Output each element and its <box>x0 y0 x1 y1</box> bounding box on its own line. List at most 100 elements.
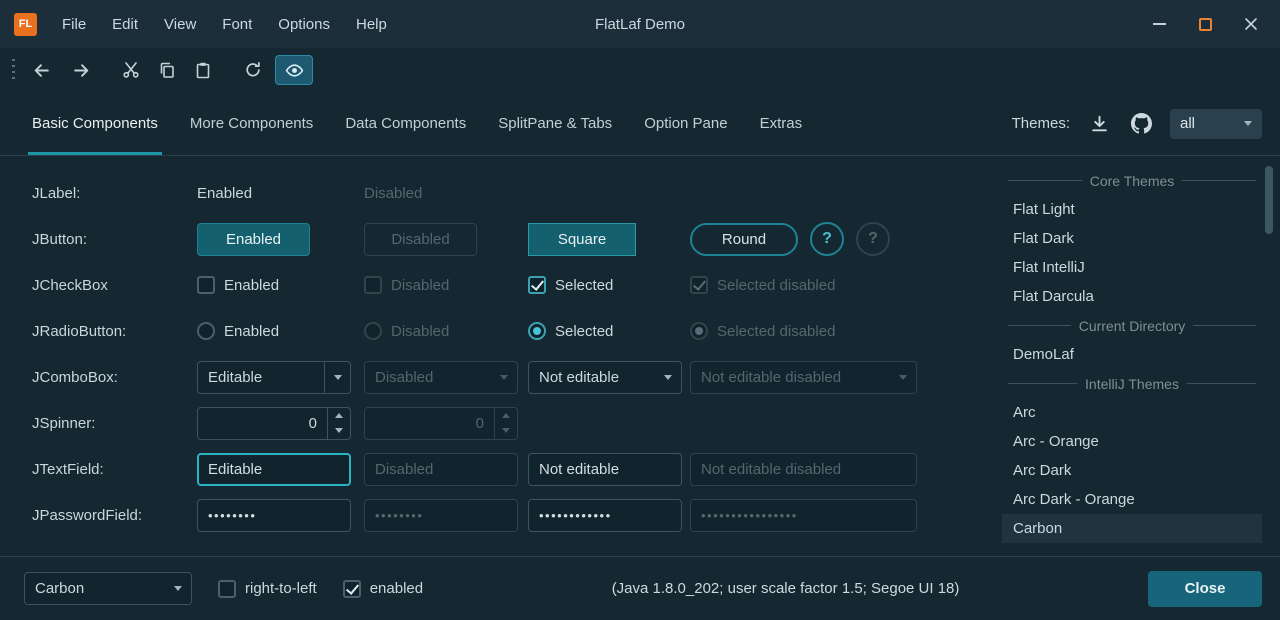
theme-item-flat-darcula[interactable]: Flat Darcula <box>1002 282 1262 311</box>
theme-item-flat-intellij[interactable]: Flat IntelliJ <box>1002 253 1262 282</box>
checkbox-checked-icon <box>343 580 361 598</box>
themes-header: Themes: all <box>1012 109 1262 139</box>
jcombobox-not-editable-disabled: Not editable disabled <box>690 361 917 394</box>
row-label-jcheckbox: JCheckBox <box>32 262 197 308</box>
menu-file[interactable]: File <box>49 0 99 48</box>
jlabel-disabled: Disabled <box>364 185 422 202</box>
show-details-toggle-button[interactable] <box>275 55 313 85</box>
theme-group-core: Core Themes <box>1002 166 1262 195</box>
menu-edit[interactable]: Edit <box>99 0 151 48</box>
jtextfield-editable[interactable]: Editable <box>197 453 351 486</box>
maximize-button[interactable] <box>1182 4 1228 44</box>
jbutton-extra-group: Round ? ? <box>690 222 890 256</box>
jpasswordfield-enabled[interactable]: •••••••• <box>197 499 351 532</box>
themes-scrollbar[interactable] <box>1262 164 1276 556</box>
row-label-jpasswordfield: JPasswordField: <box>32 492 197 538</box>
checkbox-checked-icon <box>690 276 708 294</box>
refresh-button[interactable] <box>235 55 271 85</box>
tab-more-components[interactable]: More Components <box>174 92 329 155</box>
row-label-jbutton: JButton: <box>32 216 197 262</box>
theme-item-arc-dark-orange[interactable]: Arc Dark - Orange <box>1002 485 1262 514</box>
tab-option-pane[interactable]: Option Pane <box>628 92 743 155</box>
theme-item-arc-dark[interactable]: Arc Dark <box>1002 456 1262 485</box>
jbutton-disabled: Disabled <box>364 223 477 256</box>
jbutton-enabled[interactable]: Enabled <box>197 223 310 256</box>
toolbar <box>0 48 1280 92</box>
components-grid: JLabel: Enabled Disabled JButton: Enable… <box>32 170 1002 538</box>
refresh-icon <box>244 61 262 79</box>
chevron-down-icon <box>334 375 342 380</box>
close-icon <box>1244 17 1258 31</box>
spinner-buttons <box>494 408 517 439</box>
jradiobutton-selected[interactable]: Selected <box>528 322 613 340</box>
jradiobutton-enabled[interactable]: Enabled <box>197 322 279 340</box>
jcheckbox-disabled: Disabled <box>364 276 449 294</box>
enabled-checkbox[interactable]: enabled <box>343 580 423 598</box>
cut-icon <box>122 61 140 79</box>
window-controls <box>1136 4 1274 44</box>
download-themes-button[interactable] <box>1086 111 1112 137</box>
back-button[interactable] <box>23 55 59 85</box>
jcheckbox-enabled[interactable]: Enabled <box>197 276 279 294</box>
themes-label: Themes: <box>1012 115 1070 132</box>
maximize-icon <box>1199 18 1212 31</box>
app-window: FL File Edit View Font Options Help Flat… <box>0 0 1280 620</box>
minimize-button[interactable] <box>1136 4 1182 44</box>
tab-extras[interactable]: Extras <box>744 92 819 155</box>
cut-button[interactable] <box>113 55 149 85</box>
copy-button[interactable] <box>149 55 185 85</box>
theme-item-arc[interactable]: Arc <box>1002 398 1262 427</box>
jspinner-enabled[interactable]: 0 <box>197 407 351 440</box>
theme-item-arc-orange[interactable]: Arc - Orange <box>1002 427 1262 456</box>
radio-selected-icon <box>528 322 546 340</box>
tab-splitpane-tabs[interactable]: SplitPane & Tabs <box>482 92 628 155</box>
tab-data-components[interactable]: Data Components <box>329 92 482 155</box>
github-icon <box>1131 113 1152 134</box>
close-button[interactable] <box>1228 4 1274 44</box>
themes-filter-combobox[interactable]: all <box>1170 109 1262 139</box>
tab-basic-components[interactable]: Basic Components <box>16 92 174 155</box>
tab-bar: Basic Components More Components Data Co… <box>0 92 1280 156</box>
jbutton-square[interactable]: Square <box>528 223 636 256</box>
github-button[interactable] <box>1128 111 1154 137</box>
forward-button[interactable] <box>63 55 99 85</box>
row-label-jspinner: JSpinner: <box>32 400 197 446</box>
jcombobox-not-editable[interactable]: Not editable <box>528 361 682 394</box>
theme-group-intellij-themes: IntelliJ Themes <box>1002 369 1262 398</box>
theme-item-carbon[interactable]: Carbon <box>1002 514 1262 543</box>
theme-combobox[interactable]: Carbon <box>24 572 192 605</box>
right-to-left-checkbox[interactable]: right-to-left <box>218 580 317 598</box>
back-icon <box>32 61 51 80</box>
spinner-up-icon <box>502 413 510 418</box>
jtextfield-not-editable[interactable]: Not editable <box>528 453 682 486</box>
row-label-jradiobutton: JRadioButton: <box>32 308 197 354</box>
jcheckbox-selected-disabled: Selected disabled <box>690 276 835 294</box>
theme-item-flat-light[interactable]: Flat Light <box>1002 195 1262 224</box>
jcheckbox-selected[interactable]: Selected <box>528 276 613 294</box>
jbutton-round[interactable]: Round <box>690 223 798 256</box>
radio-icon <box>197 322 215 340</box>
jpasswordfield-not-editable-disabled: •••••••••••••••• <box>690 499 917 532</box>
jcombobox-editable[interactable]: Editable <box>197 361 351 394</box>
scrollbar-thumb[interactable] <box>1265 166 1273 234</box>
menu-help[interactable]: Help <box>343 0 400 48</box>
paste-button[interactable] <box>185 55 221 85</box>
theme-item-demolaf[interactable]: DemoLaf <box>1002 340 1262 369</box>
chevron-down-icon <box>664 375 672 380</box>
menu-view[interactable]: View <box>151 0 209 48</box>
paste-icon <box>194 61 212 79</box>
spinner-buttons[interactable] <box>327 408 350 439</box>
close-dialog-button[interactable]: Close <box>1148 571 1262 607</box>
jcombobox-disabled: Disabled <box>364 361 518 394</box>
checkbox-icon <box>197 276 215 294</box>
toolbar-grip-icon[interactable] <box>12 59 15 81</box>
row-label-jtextfield: JTextField: <box>32 446 197 492</box>
theme-group-current-directory: Current Directory <box>1002 311 1262 340</box>
jpasswordfield-not-editable[interactable]: •••••••••••• <box>528 499 682 532</box>
row-label-jcombobox: JComboBox: <box>32 354 197 400</box>
jbutton-help[interactable]: ? <box>810 222 844 256</box>
spinner-up-icon <box>335 413 343 418</box>
menu-options[interactable]: Options <box>265 0 343 48</box>
menu-font[interactable]: Font <box>209 0 265 48</box>
theme-item-flat-dark[interactable]: Flat Dark <box>1002 224 1262 253</box>
